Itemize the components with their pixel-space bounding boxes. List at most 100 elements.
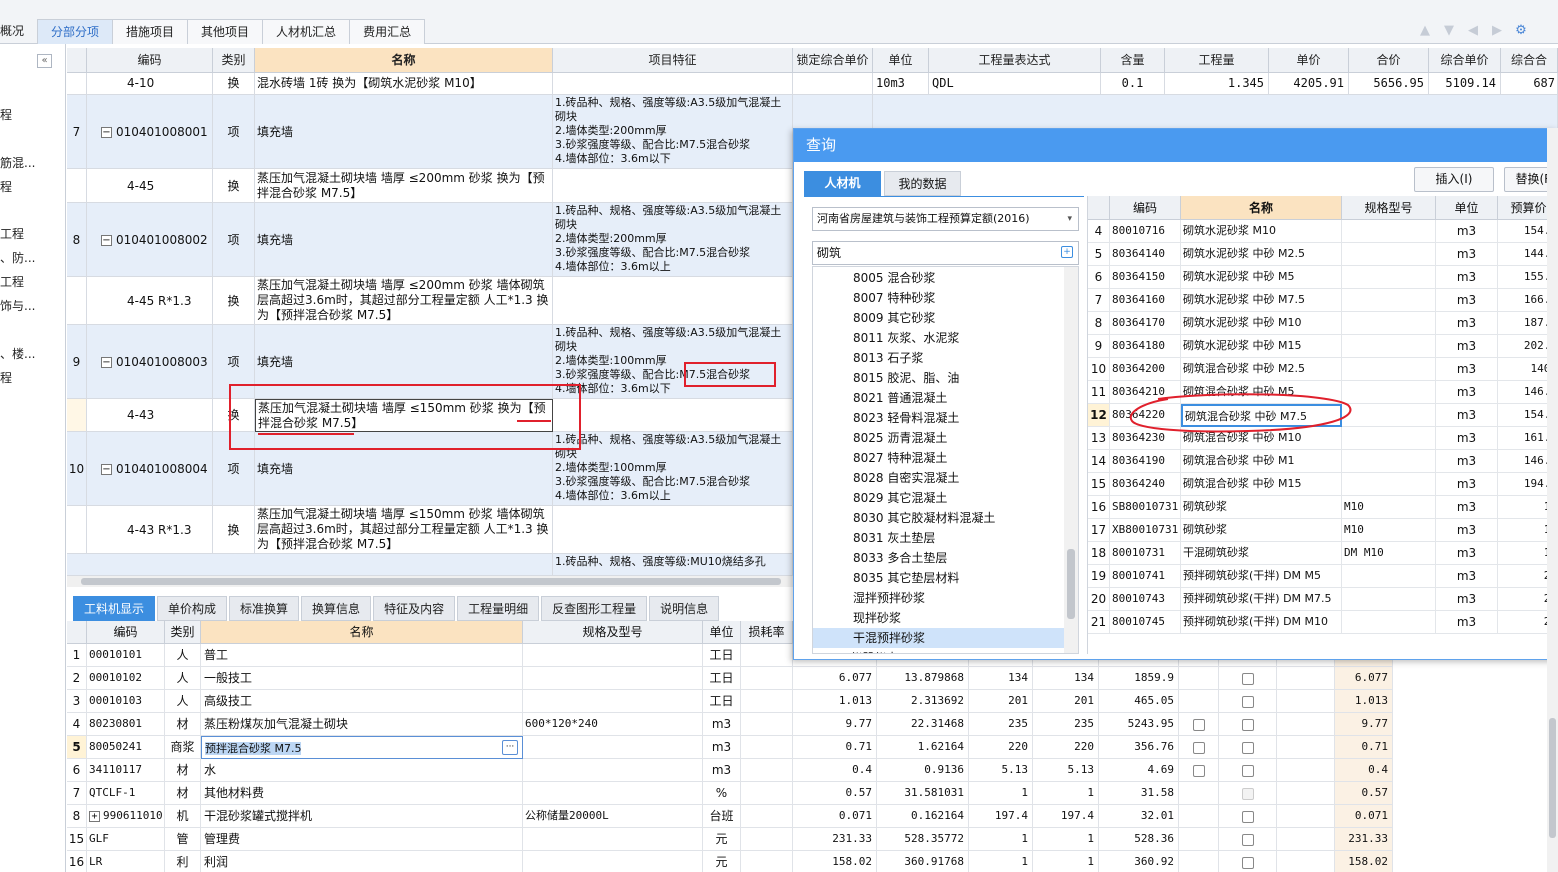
tree-item[interactable]: 8028 自密实混凝土 bbox=[813, 468, 1065, 488]
checkbox[interactable] bbox=[1241, 718, 1254, 731]
col-header-loss-rate[interactable]: 损耗率 bbox=[741, 621, 793, 644]
tree-scrollbar[interactable] bbox=[1064, 267, 1078, 653]
col-header-expression[interactable]: 工程量表达式 bbox=[929, 48, 1101, 73]
search-icon[interactable]: + bbox=[1061, 246, 1073, 258]
sidebar-item[interactable]: 程 bbox=[0, 369, 12, 386]
item-code[interactable]: LR bbox=[87, 851, 165, 872]
checkbox[interactable] bbox=[1192, 718, 1205, 731]
checkbox[interactable] bbox=[1241, 833, 1254, 846]
tree-item[interactable]: 8027 特种混凝土 bbox=[813, 448, 1065, 468]
col-header-code[interactable]: 编码 bbox=[1110, 196, 1181, 220]
item-code[interactable]: 34110117 bbox=[87, 759, 165, 782]
checkbox-cell[interactable] bbox=[1179, 713, 1219, 736]
material-name[interactable]: 砌筑砂浆 bbox=[1181, 496, 1342, 519]
sidebar-item[interactable]: 工程 bbox=[0, 225, 24, 242]
col-header-quantity[interactable]: 工程量 bbox=[1165, 48, 1269, 73]
checkbox-cell[interactable] bbox=[1179, 736, 1219, 759]
item-name[interactable]: 水 bbox=[201, 759, 523, 782]
sidebar-item[interactable]: 、楼... bbox=[0, 345, 35, 362]
scrollbar-thumb[interactable] bbox=[1067, 549, 1075, 619]
item-code[interactable]: +990611010 bbox=[87, 805, 165, 828]
item-name[interactable]: 混水砖墙 1砖 换为【砌筑水泥砂浆 M10】 bbox=[255, 73, 553, 95]
item-spec[interactable] bbox=[523, 851, 703, 872]
checkbox-cell[interactable] bbox=[1179, 759, 1219, 782]
material-name[interactable]: 砌筑水泥砂浆 中砂 M10 bbox=[1181, 312, 1342, 335]
checkbox-cell[interactable] bbox=[1179, 782, 1219, 805]
col-header-name[interactable]: 名称 bbox=[201, 621, 523, 644]
tree-item[interactable]: 湿拌预拌砂浆 bbox=[813, 588, 1065, 608]
item-loss-rate[interactable] bbox=[741, 759, 793, 782]
collapse-row-icon[interactable]: − bbox=[101, 127, 112, 138]
item-loss-rate[interactable] bbox=[741, 828, 793, 851]
item-code[interactable]: 00010102 bbox=[87, 667, 165, 690]
material-code[interactable]: 80364190 bbox=[1110, 450, 1181, 473]
item-feature[interactable]: 1.砖品种、规格、强度等级:A3.5级加气混凝土砌块 2.墙体类型:200mm厚… bbox=[553, 95, 793, 169]
item-code[interactable]: 4-43 bbox=[87, 399, 213, 432]
item-code[interactable]: −010401008002 bbox=[87, 203, 213, 277]
col-header-feature[interactable]: 项目特征 bbox=[553, 48, 793, 73]
item-code[interactable]: 4-43 R*1.3 bbox=[87, 506, 213, 554]
material-code[interactable]: 80010743 bbox=[1110, 588, 1181, 611]
tree-item[interactable]: 8033 多合土垫层 bbox=[813, 548, 1065, 568]
item-feature[interactable]: 1.砖品种、规格、强度等级:MU10烧结多孔 bbox=[553, 554, 793, 576]
tree-item[interactable]: 8030 其它胶凝材料混凝土 bbox=[813, 508, 1065, 528]
item-spec[interactable] bbox=[523, 782, 703, 805]
item-code[interactable]: 4-45 bbox=[87, 169, 213, 203]
item-code[interactable]: 00010101 bbox=[87, 644, 165, 667]
item-name[interactable]: 填充墙 bbox=[255, 325, 553, 399]
item-unit[interactable]: m3 bbox=[703, 713, 741, 736]
item-name[interactable]: 利润 bbox=[201, 851, 523, 872]
item-name[interactable]: 蒸压粉煤灰加气混凝土砌块 bbox=[201, 713, 523, 736]
material-spec[interactable] bbox=[1342, 565, 1436, 588]
checkbox-cell[interactable] bbox=[1179, 851, 1219, 872]
item-spec[interactable] bbox=[523, 644, 703, 667]
item-name[interactable]: 管理费 bbox=[201, 828, 523, 851]
item-feature[interactable] bbox=[553, 399, 793, 432]
arrow-down-icon[interactable]: ▼ bbox=[1442, 24, 1456, 38]
tab-standard-conversion[interactable]: 标准换算 bbox=[229, 596, 300, 621]
checkbox[interactable] bbox=[1192, 764, 1205, 777]
collapse-row-icon[interactable]: − bbox=[101, 235, 112, 246]
item-feature[interactable]: 1.砖品种、规格、强度等级:A3.5级加气混凝土砌块 2.墙体类型:100mm厚… bbox=[553, 432, 793, 506]
checkbox-cell[interactable] bbox=[1219, 851, 1277, 872]
col-header-unit[interactable]: 单位 bbox=[873, 48, 929, 73]
material-name[interactable]: 砌筑水泥砂浆 M10 bbox=[1181, 220, 1342, 243]
item-code[interactable]: −010401008003 bbox=[87, 325, 213, 399]
item-spec[interactable] bbox=[523, 690, 703, 713]
checkbox-cell[interactable] bbox=[1219, 828, 1277, 851]
item-loss-rate[interactable] bbox=[741, 713, 793, 736]
arrow-left-icon[interactable]: ◀ bbox=[1466, 24, 1480, 38]
material-name[interactable]: 砌筑水泥砂浆 中砂 M2.5 bbox=[1181, 243, 1342, 266]
item-spec[interactable]: 600*120*240 bbox=[523, 713, 703, 736]
material-code[interactable]: 80364200 bbox=[1110, 358, 1181, 381]
item-code[interactable]: 4-45 R*1.3 bbox=[87, 277, 213, 325]
checkbox-cell[interactable] bbox=[1219, 736, 1277, 759]
tree-item[interactable]: 8007 特种砂浆 bbox=[813, 288, 1065, 308]
material-spec[interactable]: DM M10 bbox=[1342, 542, 1436, 565]
tree-item[interactable]: 干混预拌砂浆 bbox=[813, 628, 1065, 648]
material-spec[interactable] bbox=[1342, 588, 1436, 611]
checkbox-cell[interactable] bbox=[1219, 667, 1277, 690]
col-header-unit-price[interactable]: 单价 bbox=[1269, 48, 1349, 73]
material-name[interactable]: 干混砌筑砂浆 bbox=[1181, 542, 1342, 565]
dropdown-arrow-icon[interactable]: ▾ bbox=[1067, 208, 1072, 230]
tab-overview[interactable]: 概况 bbox=[0, 19, 38, 44]
tab-reverse-lookup[interactable]: 反查图形工程量 bbox=[541, 596, 648, 621]
col-header-unit[interactable]: 单位 bbox=[1436, 196, 1498, 220]
item-unit[interactable]: 元 bbox=[703, 828, 741, 851]
material-code[interactable]: XB80010731 bbox=[1110, 519, 1181, 542]
item-name[interactable]: 蒸压加气混凝土砌块墙 墙厚 ≤200mm 砂浆 墙体砌筑层高超过3.6m时，其超… bbox=[255, 277, 553, 325]
col-header-code[interactable]: 编码 bbox=[87, 621, 165, 644]
material-name[interactable]: 预拌砌筑砂浆(干拌) DM M5 bbox=[1181, 565, 1342, 588]
material-name[interactable]: 预拌砌筑砂浆(干拌) DM M7.5 bbox=[1181, 588, 1342, 611]
checkbox[interactable] bbox=[1241, 695, 1254, 708]
checkbox-cell[interactable] bbox=[1219, 713, 1277, 736]
collapse-row-icon[interactable]: − bbox=[101, 464, 112, 475]
col-header-spec[interactable]: 规格及型号 bbox=[523, 621, 703, 644]
material-spec[interactable] bbox=[1342, 358, 1436, 381]
scrollbar-thumb[interactable] bbox=[1549, 718, 1556, 838]
tree-item[interactable]: 07 仪器仪表 bbox=[813, 648, 1065, 653]
sidebar-item[interactable]: 程 bbox=[0, 106, 12, 123]
material-name[interactable]: 预拌砌筑砂浆(干拌) DM M10 bbox=[1181, 611, 1342, 634]
item-unit[interactable]: % bbox=[703, 782, 741, 805]
